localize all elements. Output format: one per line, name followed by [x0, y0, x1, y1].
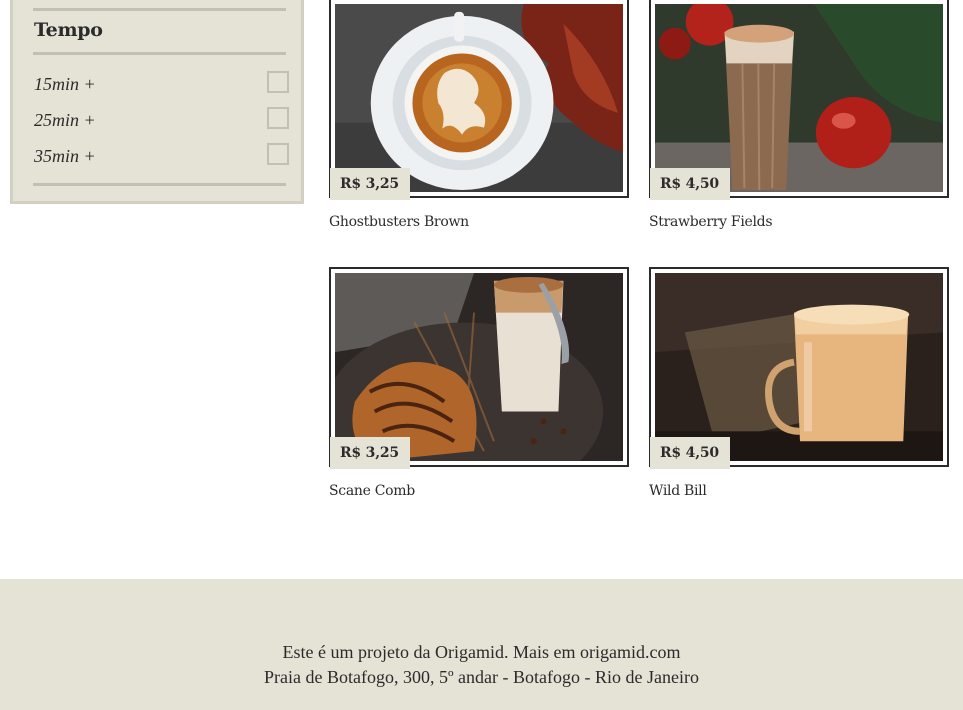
product-name[interactable]: Ghostbusters Brown — [329, 214, 629, 230]
footer-link[interactable]: origamid.com — [580, 642, 680, 662]
divider — [33, 52, 286, 55]
croissant-coffee-icon — [335, 273, 623, 461]
latte-art-ghost-icon — [335, 4, 623, 192]
product-card[interactable]: R$ 3,25 Ghostbusters Brown — [329, 0, 629, 230]
product-image-frame[interactable]: R$ 3,25 — [329, 0, 629, 200]
checkbox[interactable] — [267, 71, 289, 93]
iced-latte-glass-icon — [655, 4, 943, 192]
product-card[interactable]: R$ 3,25 Scane Comb — [329, 267, 629, 499]
price-tag: R$ 4,50 — [650, 168, 730, 200]
footer-text: Este é um projeto da Origamid. Mais em — [282, 642, 580, 662]
product-image-frame[interactable]: R$ 4,50 — [649, 267, 949, 469]
product-name[interactable]: Scane Comb — [329, 483, 629, 499]
product-card[interactable]: R$ 4,50 Wild Bill — [649, 267, 949, 499]
price-tag: R$ 3,25 — [330, 168, 410, 200]
product-card[interactable]: R$ 4,50 Strawberry Fields — [649, 0, 949, 230]
footer-address: Praia de Botafogo, 300, 5º andar - Botaf… — [264, 667, 699, 687]
divider — [33, 8, 286, 11]
filter-option-label: 15min + — [34, 74, 96, 94]
checkbox[interactable] — [267, 107, 289, 129]
filter-title: Tempo — [34, 19, 103, 41]
product-image-frame[interactable]: R$ 3,25 — [329, 267, 629, 469]
product-name[interactable]: Strawberry Fields — [649, 214, 949, 230]
checkbox[interactable] — [267, 143, 289, 165]
price-tag: R$ 3,25 — [330, 437, 410, 469]
price-tag: R$ 4,50 — [650, 437, 730, 469]
filter-option-25min[interactable]: 25min + — [34, 106, 289, 134]
time-filter-panel: Tempo 15min + 25min + 35min + — [10, 0, 304, 204]
filter-option-15min[interactable]: 15min + — [34, 70, 289, 98]
filter-option-35min[interactable]: 35min + — [34, 142, 289, 170]
glass-mug-coffee-icon — [655, 273, 943, 461]
product-name[interactable]: Wild Bill — [649, 483, 949, 499]
divider — [33, 183, 286, 186]
filter-option-label: 25min + — [34, 110, 96, 130]
product-image-frame[interactable]: R$ 4,50 — [649, 0, 949, 200]
filter-option-label: 35min + — [34, 146, 96, 166]
footer-credits: Este é um projeto da Origamid. Mais em o… — [0, 579, 963, 665]
footer: Este é um projeto da Origamid. Mais em o… — [0, 579, 963, 710]
